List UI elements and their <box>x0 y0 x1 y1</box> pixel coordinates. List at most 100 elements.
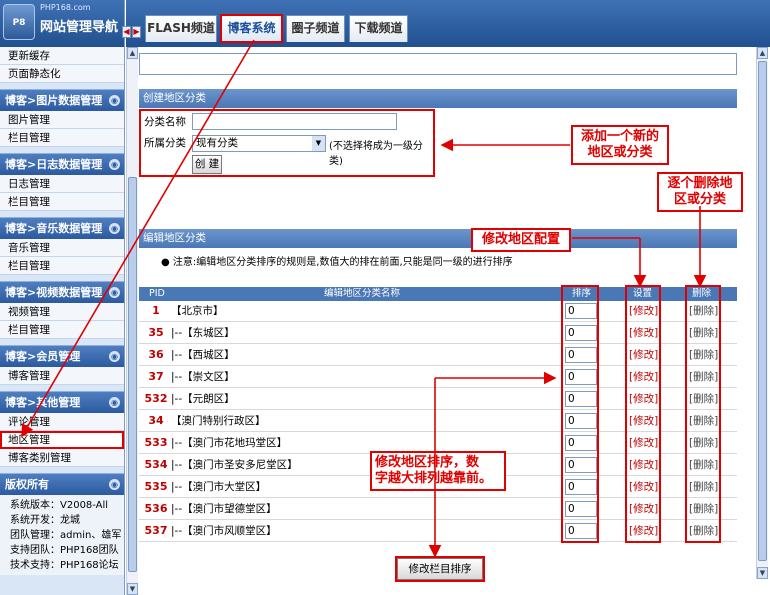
sidebar-group-header[interactable]: 博客>日志数据管理 ◉ <box>0 153 124 175</box>
tab-circle[interactable]: 圈子频道 <box>286 15 345 42</box>
sidebar-item-column-manage[interactable]: 栏目管理 <box>0 193 124 211</box>
tab-scroll-arrows: ◀ ▶ <box>122 24 142 38</box>
row-name: |--【崇文区】 <box>171 371 235 383</box>
parent-label: 所属分类 <box>144 137 186 149</box>
notice-label: 注意:编辑地区分类排序的规则是,数值大的排在前面,只能是同一级的进行排序 <box>172 257 513 268</box>
scroll-left-icon[interactable]: ◀ <box>122 26 131 38</box>
content-scrollbar[interactable]: ▲ ▼ <box>756 47 768 579</box>
sidebar-item-blog-category[interactable]: 博客类别管理 <box>0 449 124 467</box>
collapse-icon[interactable]: ◉ <box>109 287 120 298</box>
notice-text: ● 注意:编辑地区分类排序的规则是,数值大的排在前面,只能是同一级的进行排序 <box>161 253 513 268</box>
tab-blog[interactable]: 博客系统 <box>220 14 283 43</box>
copyright-line: 支持团队：PHP168团队 <box>10 545 119 556</box>
row-pid: 34 <box>148 414 164 427</box>
scroll-thumb[interactable] <box>128 177 137 572</box>
sidebar-group-header[interactable]: 博客>会员管理 ◉ <box>0 345 124 367</box>
collapse-icon[interactable]: ◉ <box>109 479 120 490</box>
copyright-line: 系统版本：V2008-All <box>10 500 109 511</box>
row-name: |--【东城区】 <box>171 327 235 339</box>
sidebar-item-video-manage[interactable]: 视频管理 <box>0 303 124 321</box>
sidebar-item-static-pages[interactable]: 页面静态化 <box>0 65 124 83</box>
order-column-highlight <box>561 285 599 543</box>
row-pid: 537 <box>144 524 168 537</box>
collapse-icon[interactable]: ◉ <box>109 223 120 234</box>
group-title: 博客>音乐数据管理 <box>5 222 103 235</box>
row-pid: 1 <box>152 304 160 317</box>
sidebar-item-log-manage[interactable]: 日志管理 <box>0 175 124 193</box>
sidebar-scrollbar[interactable]: ▲ ▼ <box>126 47 138 595</box>
tab-download[interactable]: 下载频道 <box>349 15 408 42</box>
sidebar-item-blog-manage[interactable]: 博客管理 <box>0 367 124 385</box>
col-pid: PID <box>149 288 165 299</box>
top-blank-box <box>139 53 737 75</box>
callout-delete: 逐个删除地 区或分类 <box>657 172 743 212</box>
row-name: 【澳门特别行政区】 <box>171 415 266 427</box>
group-title: 博客>会员管理 <box>5 350 81 363</box>
group-title: 博客>日志数据管理 <box>5 158 103 171</box>
copyright-info: 系统版本：V2008-All 系统开发：龙城 团队管理：admin、雄军 支持团… <box>0 495 124 575</box>
chevron-down-icon[interactable]: ▼ <box>312 136 325 151</box>
scroll-up-icon[interactable]: ▲ <box>127 47 138 59</box>
scroll-down-icon[interactable]: ▼ <box>757 567 768 579</box>
sidebar-item-comment-manage[interactable]: 评论管理 <box>0 413 124 431</box>
parent-category-select[interactable]: 现有分类 ▼ <box>192 135 326 152</box>
sidebar: P8 PHP168.com 网站管理导航 更新缓存 页面静态化 博客>图片数据管… <box>0 0 125 595</box>
col-name: 编辑地区分类名称 <box>324 288 401 299</box>
row-name: 【北京市】 <box>171 305 224 317</box>
select-value: 现有分类 <box>196 137 238 149</box>
copyright-line: 技术支持：PHP168论坛 <box>10 560 119 571</box>
sidebar-item-region-manage[interactable]: 地区管理 <box>0 431 124 449</box>
row-pid: 534 <box>144 458 168 471</box>
sidebar-item-update-cache[interactable]: 更新缓存 <box>0 47 124 65</box>
group-title: 版权所有 <box>5 478 49 491</box>
scroll-thumb[interactable] <box>758 61 767 561</box>
callout-modify: 修改地区配置 <box>471 228 571 252</box>
row-name: |--【澳门市风顺堂区】 <box>171 525 277 537</box>
sidebar-group-members: 博客>会员管理 ◉ 博客管理 <box>0 345 124 385</box>
collapse-icon[interactable]: ◉ <box>109 95 120 106</box>
logo-site: PHP168.com <box>40 3 91 12</box>
collapse-icon[interactable]: ◉ <box>109 159 120 170</box>
row-name: |--【澳门市望德堂区】 <box>171 503 277 515</box>
create-form: 分类名称 所属分类 现有分类 ▼ (不选择将成为一级分类) 创 建 <box>139 109 435 177</box>
parent-note: (不选择将成为一级分类) <box>329 141 423 167</box>
sidebar-item-column-manage[interactable]: 栏目管理 <box>0 257 124 275</box>
row-pid: 535 <box>144 480 168 493</box>
group-title: 博客>其他管理 <box>5 396 81 409</box>
tab-flash[interactable]: FLASH频道 <box>145 15 217 42</box>
row-name: |--【澳门市花地玛堂区】 <box>171 437 288 449</box>
sidebar-item-column-manage[interactable]: 栏目管理 <box>0 321 124 339</box>
scroll-down-icon[interactable]: ▼ <box>127 583 138 595</box>
row-pid: 35 <box>148 326 164 339</box>
copyright-line: 团队管理：admin、雄军 <box>10 530 122 541</box>
group-title: 博客>图片数据管理 <box>5 94 103 107</box>
edit-panel-header: 编辑地区分类 <box>139 229 737 248</box>
sidebar-group-header[interactable]: 博客>图片数据管理 ◉ <box>0 89 124 111</box>
sidebar-group-header[interactable]: 版权所有 ◉ <box>0 473 124 495</box>
row-name: |--【元朗区】 <box>171 393 235 405</box>
sidebar-item-music-manage[interactable]: 音乐管理 <box>0 239 124 257</box>
row-pid: 533 <box>144 436 168 449</box>
sidebar-group-header[interactable]: 博客>视频数据管理 ◉ <box>0 281 124 303</box>
row-pid: 36 <box>148 348 164 361</box>
sidebar-group-copyright: 版权所有 ◉ 系统版本：V2008-All 系统开发：龙城 团队管理：admin、… <box>0 473 124 575</box>
sidebar-item-image-manage[interactable]: 图片管理 <box>0 111 124 129</box>
category-name-input[interactable] <box>192 113 397 130</box>
logo: P8 PHP168.com 网站管理导航 <box>0 0 124 47</box>
scroll-right-icon[interactable]: ▶ <box>132 26 141 38</box>
create-button[interactable]: 创 建 <box>192 155 222 174</box>
scroll-up-icon[interactable]: ▲ <box>757 47 768 59</box>
sidebar-group-header[interactable]: 博客>其他管理 ◉ <box>0 391 124 413</box>
sort-submit-button[interactable]: 修改栏目排序 <box>395 556 485 582</box>
collapse-icon[interactable]: ◉ <box>109 397 120 408</box>
collapse-icon[interactable]: ◉ <box>109 351 120 362</box>
delete-column-highlight <box>685 285 721 543</box>
sidebar-group-header[interactable]: 博客>音乐数据管理 ◉ <box>0 217 124 239</box>
sidebar-item-column-manage[interactable]: 栏目管理 <box>0 129 124 147</box>
sidebar-group-other: 博客>其他管理 ◉ 评论管理 地区管理 博客类别管理 <box>0 391 124 467</box>
bullet-icon: ● <box>161 257 173 268</box>
copyright-line: 系统开发：龙城 <box>10 515 80 526</box>
name-label: 分类名称 <box>144 116 186 128</box>
sidebar-group-video: 博客>视频数据管理 ◉ 视频管理 栏目管理 <box>0 281 124 339</box>
group-title: 博客>视频数据管理 <box>5 286 103 299</box>
